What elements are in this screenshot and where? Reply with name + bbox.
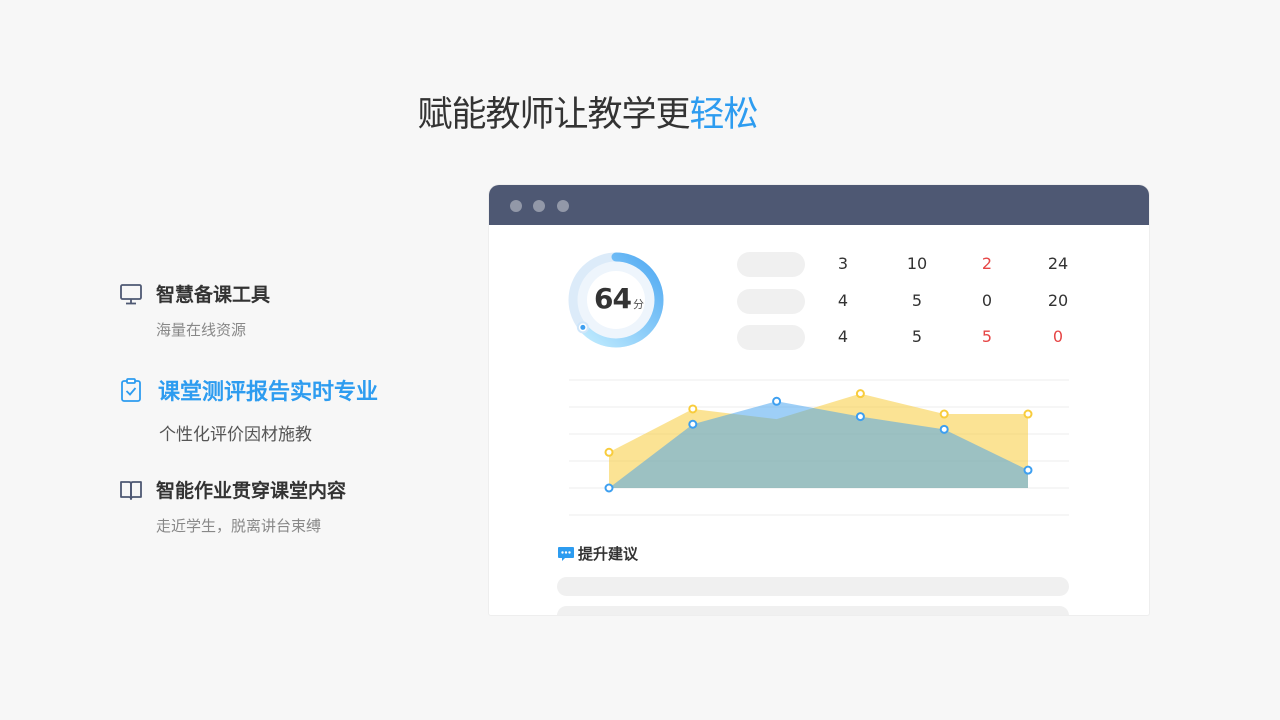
feature-subtitle: 走近学生，脱离讲台束缚 — [156, 517, 322, 535]
series-point-blue — [939, 424, 949, 434]
series-point-yellow — [939, 409, 949, 419]
report-window: 64 分 3 10 2 24 4 5 0 20 4 5 5 0 提升建议 — [489, 185, 1149, 615]
feature-title: 课堂测评报告实时专业 — [158, 380, 379, 405]
series-point-blue — [855, 412, 865, 422]
monitor-icon — [120, 283, 142, 304]
page-headline: 赋能教师让教学更轻松 — [0, 86, 1175, 137]
clipboard-check-icon — [121, 378, 141, 402]
chat-bubble-icon — [558, 546, 574, 561]
suggestion-placeholder-line — [557, 577, 1069, 596]
headline-accent: 轻松 — [689, 95, 759, 135]
feature-title: 智慧备课工具 — [156, 284, 271, 306]
feature-smart-homework[interactable]: 智能作业贯穿课堂内容 走近学生，脱离讲台束缚 — [118, 476, 346, 536]
series-point-yellow — [688, 404, 698, 414]
series-point-blue — [772, 396, 782, 406]
book-icon — [120, 480, 142, 500]
feature-subtitle: 个性化评价因材施教 — [159, 425, 312, 445]
series-point-yellow — [604, 447, 614, 457]
feature-subtitle: 海量在线资源 — [156, 321, 247, 339]
series-point-blue — [604, 483, 614, 493]
series-point-blue — [688, 419, 698, 429]
headline-main: 赋能教师让教学更 — [417, 95, 690, 135]
series-point-blue — [1023, 465, 1033, 475]
feature-title: 智能作业贯穿课堂内容 — [156, 480, 347, 502]
feature-class-assessment[interactable]: 课堂测评报告实时专业 个性化评价因材施教 — [118, 374, 378, 445]
series-point-yellow — [855, 389, 865, 399]
suggestion-title: 提升建议 — [578, 545, 639, 563]
suggestion-header: 提升建议 — [557, 543, 638, 564]
series-point-yellow — [1023, 409, 1033, 419]
suggestion-placeholder-line — [557, 606, 1069, 615]
feature-smart-prep[interactable]: 智慧备课工具 海量在线资源 — [118, 280, 270, 340]
